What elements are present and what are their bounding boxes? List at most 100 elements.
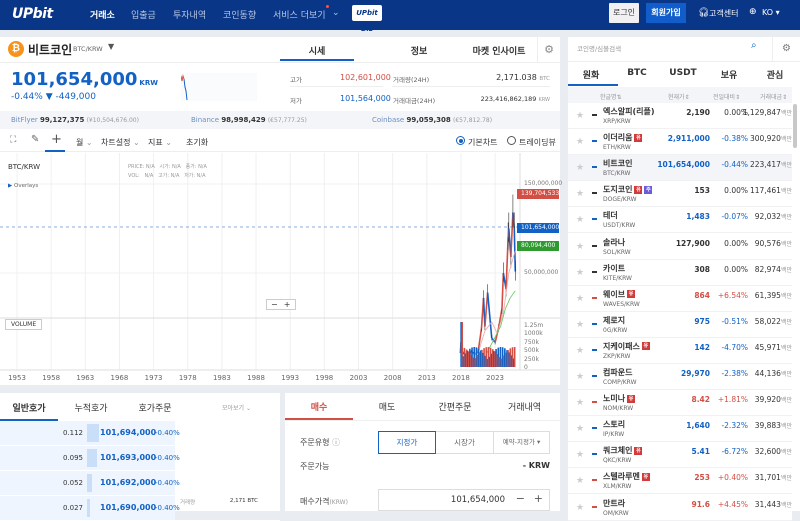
price-chart[interactable] [0, 153, 560, 385]
signup-button[interactable]: 회원가입 [646, 3, 686, 23]
decrease-price-button[interactable]: − [516, 492, 525, 505]
chart-settings-dropdown[interactable]: 차트설정 ⌄ [101, 137, 140, 148]
nav-deposit[interactable]: 입출금 [131, 8, 156, 21]
search-icon[interactable]: ⌕ [751, 40, 757, 51]
market-order-button[interactable]: 시장가 [436, 431, 494, 454]
coin-search-input[interactable]: 코인명/심볼검색 [577, 43, 621, 53]
orderbook-row[interactable]: 0.027 101,690,000 -0.40% [0, 496, 280, 521]
upbit-logo[interactable]: UPbit [12, 6, 53, 22]
tab-cumulative-orderbook[interactable]: 누적호가 [62, 401, 120, 414]
caution-badge: 주 [644, 185, 653, 194]
tab-orderbook-order[interactable]: 호가주문 [126, 401, 184, 414]
limit-order-button[interactable]: 지정가 [378, 431, 436, 454]
star-icon[interactable]: ★ [576, 294, 584, 304]
coin-price: 864 [694, 290, 710, 300]
list-settings-gear-icon[interactable]: ⚙ [772, 37, 800, 61]
star-icon[interactable]: ★ [576, 424, 584, 434]
star-icon[interactable]: ★ [576, 163, 584, 173]
sort-volume[interactable]: 거래대금⇕ [760, 92, 787, 101]
coin-row[interactable]: ★ 스토리 IP/KRW 1,640 -2.32% 39,883백만 [568, 416, 792, 443]
period-dropdown[interactable]: 월 ⌄ [76, 137, 93, 148]
support-link[interactable]: 고객센터 [709, 8, 738, 19]
nav-investments[interactable]: 투자내역 [173, 8, 206, 21]
pencil-icon[interactable]: ✎ [31, 134, 39, 145]
orderbook-row[interactable]: 0.095 101,693,000 -0.40% [0, 446, 280, 471]
coin-select-dropdown[interactable]: ▼ [108, 42, 114, 51]
star-icon[interactable]: ★ [576, 476, 584, 486]
overlays-toggle[interactable]: ▶ Overlays [8, 183, 38, 189]
nav-coin-trends[interactable]: 코인동향 [223, 8, 256, 21]
coin-row[interactable]: ★ 이더리움 유 ETH/KRW 2,911,000 -0.38% 300,920… [568, 129, 792, 156]
sort-name[interactable]: 한글명⇅ [600, 92, 622, 101]
star-icon[interactable]: ★ [576, 372, 584, 382]
reset-button[interactable]: 초기화 [186, 137, 208, 148]
tradingview-radio[interactable] [507, 136, 516, 145]
coin-row[interactable]: ★ 지케이패스 유 ZKP/KRW 142 -4.70% 45,971백만 [568, 337, 792, 364]
star-icon[interactable]: ★ [576, 242, 584, 252]
zoom-out-button[interactable]: − [271, 300, 278, 309]
buy-price-input[interactable]: 101,654,000 − + [378, 489, 550, 511]
sort-change[interactable]: 전일대비⇕ [713, 92, 740, 101]
coin-row[interactable]: ★ 웨이브 유 WAVES/KRW 864 +6.54% 61,395백만 [568, 285, 792, 312]
zoom-in-button[interactable]: + [284, 300, 291, 309]
orderbook-row[interactable]: 0.112 101,694,000 -0.40% [0, 421, 280, 446]
coin-symbol: BTC/KRW [603, 170, 631, 178]
tab-general-orderbook[interactable]: 일반호가 [0, 401, 58, 414]
star-icon[interactable]: ★ [576, 398, 584, 408]
coin-row[interactable]: ★ 노미나 유 NOM/KRW 8.42 +1.81% 39,920백만 [568, 390, 792, 417]
coin-row[interactable]: ★ 엑스알피(리플) XRP/KRW 2,190 0.00% 1,129,847… [568, 103, 792, 129]
login-button[interactable]: 로그인 [609, 3, 639, 23]
tab-trade-history[interactable]: 거래내역 [489, 400, 560, 413]
market-tab[interactable]: 보유 [706, 68, 752, 81]
market-tab[interactable]: BTC [614, 68, 660, 78]
crosshair-icon[interactable]: + [51, 132, 62, 147]
nav-more-services[interactable]: 서비스 더보기 [273, 8, 326, 21]
orderbook-row[interactable]: 0.052 101,692,000 -0.40% [0, 471, 280, 496]
tab-info[interactable]: 정보 [382, 44, 456, 57]
group-view-dropdown[interactable]: 모아보기 ⌄ [222, 403, 251, 412]
help-icon[interactable]: ⓘ [332, 438, 340, 447]
star-icon[interactable]: ★ [576, 268, 584, 278]
star-icon[interactable]: ★ [576, 215, 584, 225]
volume-tick: 0 [524, 364, 528, 371]
coin-row[interactable]: ★ 테더 USDT/KRW 1,483 -0.07% 92,032백만 [568, 207, 792, 234]
star-icon[interactable]: ★ [576, 450, 584, 460]
market-tab[interactable]: 원화 [568, 68, 614, 81]
tab-sell[interactable]: 매도 [353, 400, 421, 413]
coin-row[interactable]: ★ 스텔라루멘 유 XLM/KRW 253 +0.40% 31,701백만 [568, 468, 792, 495]
increase-price-button[interactable]: + [534, 492, 543, 505]
language-select[interactable]: KO ▾ [762, 8, 780, 17]
coin-row[interactable]: ★ 비트코인 BTC/KRW 101,654,000 -0.44% 223,41… [568, 155, 792, 182]
tab-buy[interactable]: 매수 [285, 400, 353, 413]
scrollbar[interactable] [793, 104, 797, 148]
gear-icon[interactable]: ⚙ [537, 37, 560, 62]
stop-limit-dropdown[interactable]: 예약-지정가 ▾ [494, 431, 550, 454]
upbit-biz-button[interactable]: UPbit Biz [352, 5, 382, 33]
star-icon[interactable]: ★ [576, 189, 584, 199]
tab-quick-order[interactable]: 간편주문 [421, 400, 489, 413]
coin-row[interactable]: ★ 제로지 0G/KRW 975 -0.51% 58,022백만 [568, 311, 792, 338]
basic-chart-radio[interactable] [456, 136, 465, 145]
coin-row[interactable]: ★ 쿼크체인 유 QKC/KRW 5.41 -6.72% 32,600백만 [568, 442, 792, 469]
fullscreen-icon[interactable]: ⛶ [10, 135, 16, 145]
coin-row[interactable]: ★ 솔라나 SOL/KRW 127,900 0.00% 90,576백만 [568, 233, 792, 260]
sort-price[interactable]: 현재가⇕ [668, 92, 690, 101]
coin-price: 91.6 [691, 499, 710, 509]
market-tab[interactable]: 관심 [752, 68, 798, 81]
star-icon[interactable]: ★ [576, 137, 584, 147]
market-tab[interactable]: USDT [660, 68, 706, 78]
coin-name: 도지코인 [603, 185, 633, 195]
star-icon[interactable]: ★ [576, 346, 584, 356]
indicators-dropdown[interactable]: 지표 ⌄ [148, 137, 172, 148]
nav-exchange[interactable]: 거래소 [90, 8, 115, 21]
star-icon[interactable]: ★ [576, 503, 584, 513]
tab-price[interactable]: 시세 [280, 44, 354, 57]
coin-row[interactable]: ★ 도지코인 유 주 DOGE/KRW 153 0.00% 117,461백만 [568, 181, 792, 208]
star-icon[interactable]: ★ [576, 320, 584, 330]
star-icon[interactable]: ★ [576, 111, 584, 121]
trend-mark [592, 140, 597, 143]
tab-market-insight[interactable]: 마켓 인사이트 [462, 44, 536, 57]
coin-row[interactable]: ★ 컴파운드 COMP/KRW 29,970 -2.38% 44,136백만 [568, 364, 792, 390]
coin-row[interactable]: ★ 카이트 KITE/KRW 308 0.00% 82,974백만 [568, 259, 792, 286]
coin-row[interactable]: ★ 만트라 OM/KRW 91.6 +4.45% 31,443백만 [568, 494, 792, 521]
